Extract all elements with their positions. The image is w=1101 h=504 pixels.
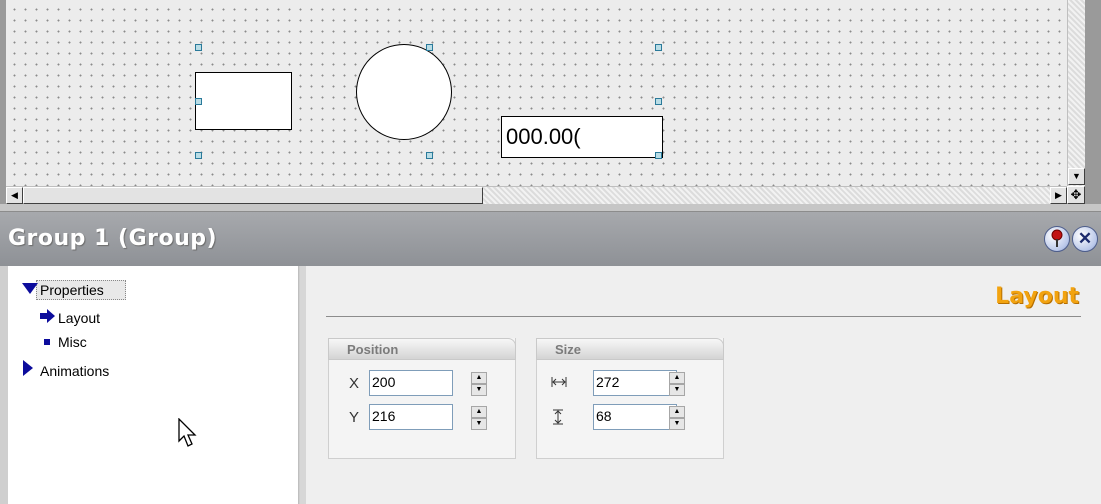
tree-item-label: Layout [58, 310, 101, 326]
size-group-label: Size [536, 338, 724, 360]
selection-handle[interactable] [426, 44, 433, 51]
width-input[interactable]: 272 [593, 370, 677, 396]
selection-handle[interactable] [195, 98, 202, 105]
panel-title: Group 1 (Group) [8, 226, 218, 251]
spin-down-button[interactable]: ▼ [471, 418, 487, 430]
section-divider [326, 316, 1081, 317]
triangle-right-icon [22, 360, 40, 381]
panel-splitter[interactable] [0, 204, 1101, 212]
y-input[interactable]: 216 [369, 404, 453, 430]
square-bullet-icon [40, 332, 58, 352]
tree-item-properties[interactable]: Properties [22, 280, 104, 300]
size-group: Size 272 ▲ ▼ 68 ▲ ▼ [536, 338, 724, 459]
close-icon[interactable]: ✕ [1072, 226, 1098, 252]
spin-up-button[interactable]: ▲ [471, 372, 487, 384]
height-spinner[interactable]: ▲ ▼ [669, 406, 685, 430]
layout-property-page: Layout Position X 200 ▲ ▼ Y 216 ▲ ▼ Size [300, 266, 1101, 504]
tree-item-label: Properties [40, 282, 104, 298]
properties-panel-header: Group 1 (Group) ✕ [0, 212, 1101, 266]
height-input[interactable]: 68 [593, 404, 677, 430]
move-view-icon[interactable]: ✥ [1067, 186, 1085, 204]
arrow-right-icon [40, 308, 58, 328]
scroll-down-button[interactable]: ▼ [1068, 168, 1085, 185]
spin-up-button[interactable]: ▲ [669, 372, 685, 384]
selection-handle[interactable] [655, 152, 662, 159]
tree-item-layout[interactable]: Layout [40, 308, 100, 328]
spin-down-button[interactable]: ▼ [471, 384, 487, 396]
x-field-row: X 200 ▲ ▼ [329, 370, 515, 398]
y-label: Y [349, 409, 360, 426]
x-label: X [349, 375, 360, 392]
x-spinner[interactable]: ▲ ▼ [471, 372, 487, 396]
property-tree: Properties Layout Misc Animations [8, 266, 299, 504]
y-field-row: Y 216 ▲ ▼ [329, 404, 515, 432]
scroll-right-button[interactable]: ▶ [1050, 187, 1067, 204]
tree-item-misc[interactable]: Misc [40, 332, 87, 352]
circle-object[interactable] [356, 44, 452, 140]
horizontal-scrollbar[interactable]: ◀ ▶ [6, 186, 1067, 204]
width-spinner[interactable]: ▲ ▼ [669, 372, 685, 396]
design-canvas[interactable]: 000.00( [6, 0, 1067, 186]
width-icon [551, 375, 567, 393]
position-group: Position X 200 ▲ ▼ Y 216 ▲ ▼ [328, 338, 516, 459]
io-field-object[interactable]: 000.00( [501, 116, 663, 158]
rectangle-object[interactable] [195, 72, 292, 130]
window-right-border [1085, 0, 1101, 212]
spin-down-button[interactable]: ▼ [669, 384, 685, 396]
tree-item-animations[interactable]: Animations [22, 360, 109, 380]
height-field-row: 68 ▲ ▼ [537, 404, 723, 432]
spin-up-button[interactable]: ▲ [471, 406, 487, 418]
pin-icon[interactable] [1044, 226, 1070, 252]
selection-handle[interactable] [655, 98, 662, 105]
selection-handle[interactable] [195, 44, 202, 51]
height-icon [551, 409, 565, 429]
spin-down-button[interactable]: ▼ [669, 418, 685, 430]
tree-item-label: Animations [40, 363, 110, 379]
spin-up-button[interactable]: ▲ [669, 406, 685, 418]
selection-handle[interactable] [655, 44, 662, 51]
mouse-cursor-icon [178, 418, 197, 447]
selection-handle[interactable] [195, 152, 202, 159]
scroll-left-button[interactable]: ◀ [6, 187, 23, 204]
selection-handle[interactable] [426, 152, 433, 159]
y-spinner[interactable]: ▲ ▼ [471, 406, 487, 430]
position-group-label: Position [328, 338, 516, 360]
section-title: Layout [995, 284, 1079, 309]
x-input[interactable]: 200 [369, 370, 453, 396]
vertical-scrollbar[interactable]: ▼ [1067, 0, 1085, 186]
width-field-row: 272 ▲ ▼ [537, 370, 723, 398]
tree-item-label: Misc [58, 334, 87, 350]
horizontal-scroll-thumb[interactable] [23, 187, 483, 204]
triangle-down-icon [22, 280, 40, 300]
